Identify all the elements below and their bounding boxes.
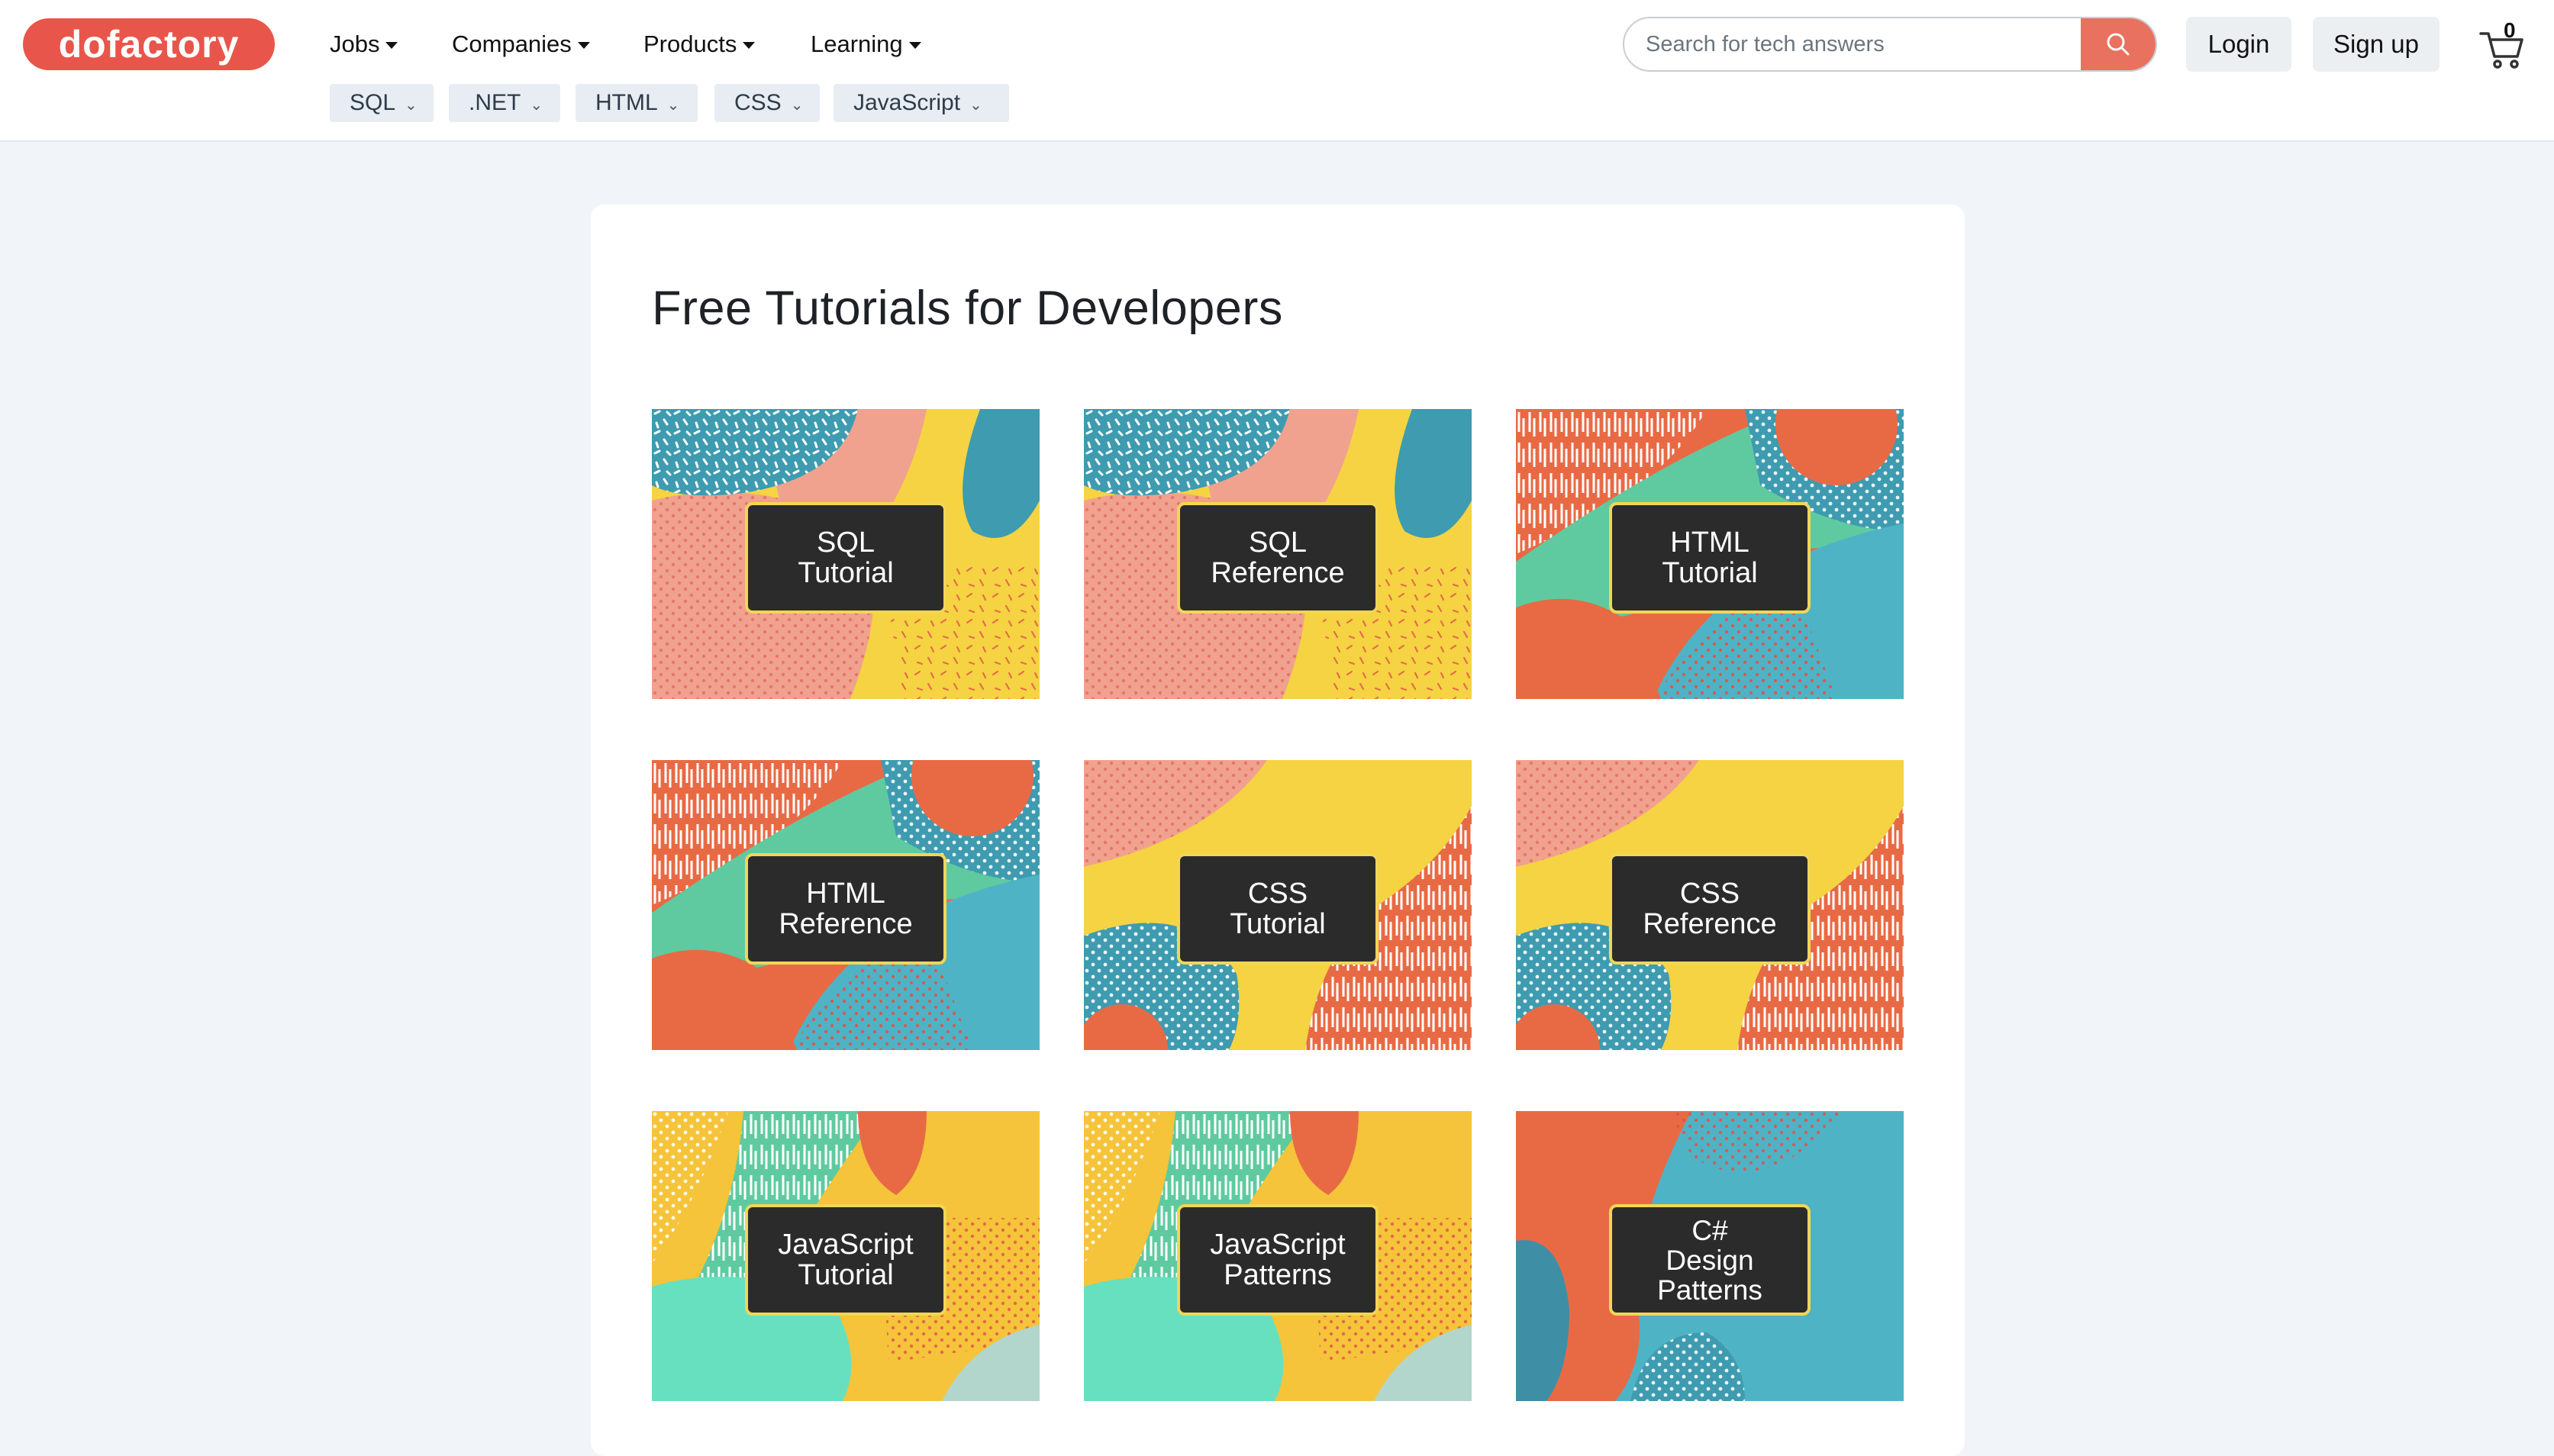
chevron-down-icon: ⌄ <box>790 97 804 114</box>
tile-label-line: SQL <box>1248 527 1308 559</box>
caret-down-icon <box>385 42 398 50</box>
cart-button[interactable]: 0 <box>2478 17 2531 70</box>
login-button[interactable]: Login <box>2186 17 2291 72</box>
tile-label-line: CSS <box>1679 878 1740 910</box>
tile-csharp-design-patterns[interactable]: C# Design Patterns <box>1516 1111 1904 1401</box>
tile-label: JavaScript Tutorial <box>745 1204 946 1316</box>
nav-companies[interactable]: Companies <box>452 26 590 63</box>
nav-products[interactable]: Products <box>643 26 756 63</box>
caret-down-icon <box>577 42 590 50</box>
tile-label: JavaScript Patterns <box>1177 1204 1379 1316</box>
pill-dotnet-label: .NET <box>469 90 521 115</box>
pill-javascript-label: JavaScript <box>853 90 961 115</box>
tile-sql-reference[interactable]: SQL Reference <box>1084 409 1472 699</box>
chevron-down-icon: ⌄ <box>666 97 680 114</box>
nav-learning-label: Learning <box>811 31 903 57</box>
tile-label-line: Reference <box>779 908 913 940</box>
tile-label: CSS Tutorial <box>1177 853 1379 965</box>
nav-jobs-label: Jobs <box>330 31 380 57</box>
nav-jobs[interactable]: Jobs <box>330 26 398 63</box>
tile-label-line: Design <box>1666 1244 1754 1276</box>
pill-javascript[interactable]: JavaScript ⌄ <box>834 84 1009 122</box>
nav-companies-label: Companies <box>452 31 572 57</box>
tile-label-line: C# <box>1691 1214 1728 1246</box>
page-title: Free Tutorials for Developers <box>652 282 1283 335</box>
tile-label: HTML Reference <box>745 853 946 965</box>
tile-label: HTML Tutorial <box>1609 502 1811 614</box>
caret-down-icon <box>743 42 756 50</box>
search-button[interactable] <box>2081 18 2156 70</box>
tile-label-line: Tutorial <box>798 557 894 589</box>
pill-css[interactable]: CSS ⌄ <box>714 84 820 122</box>
chevron-down-icon: ⌄ <box>969 97 982 114</box>
tile-label-line: HTML <box>1670 527 1749 559</box>
nav-products-label: Products <box>643 31 737 57</box>
pill-dotnet[interactable]: .NET ⌄ <box>449 84 560 122</box>
caret-down-icon <box>908 42 921 50</box>
signup-button[interactable]: Sign up <box>2313 17 2440 72</box>
tile-label-line: CSS <box>1247 878 1308 910</box>
tile-label: C# Design Patterns <box>1609 1204 1811 1316</box>
nav-learning[interactable]: Learning <box>811 26 921 63</box>
tile-label-line: Reference <box>1643 908 1777 940</box>
tile-javascript-patterns[interactable]: JavaScript Patterns <box>1084 1111 1472 1401</box>
tutorials-card: Free Tutorials for Developers SQL Tutori… <box>591 205 1965 1456</box>
search-box <box>1623 17 2157 72</box>
tile-label: CSS Reference <box>1609 853 1811 965</box>
tile-label-line: Tutorial <box>1662 557 1758 589</box>
tile-label-line: Tutorial <box>1230 908 1326 940</box>
tile-label-line: Patterns <box>1224 1259 1332 1291</box>
tile-label-line: JavaScript <box>778 1229 914 1261</box>
tile-label-line: Patterns <box>1657 1274 1762 1306</box>
tile-label: SQL Reference <box>1177 502 1379 614</box>
pill-html[interactable]: HTML ⌄ <box>576 84 698 122</box>
tile-label-line: JavaScript <box>1210 1229 1346 1261</box>
cart-count-badge: 0 <box>2504 18 2516 42</box>
tile-label-line: SQL <box>816 527 876 559</box>
cart-icon <box>2479 32 2523 69</box>
chevron-down-icon: ⌄ <box>405 97 418 114</box>
tile-css-reference[interactable]: CSS Reference <box>1516 760 1904 1050</box>
tile-label-line: HTML <box>806 878 885 910</box>
pill-html-label: HTML <box>595 90 658 115</box>
tile-html-tutorial[interactable]: HTML Tutorial <box>1516 409 1904 699</box>
tile-css-tutorial[interactable]: CSS Tutorial <box>1084 760 1472 1050</box>
pill-sql[interactable]: SQL ⌄ <box>330 84 434 122</box>
tile-label-line: Tutorial <box>798 1259 894 1291</box>
tile-javascript-tutorial[interactable]: JavaScript Tutorial <box>652 1111 1040 1401</box>
pill-css-label: CSS <box>734 90 782 115</box>
tile-sql-tutorial[interactable]: SQL Tutorial <box>652 409 1040 699</box>
top-navbar: dofactory Jobs Companies Products Learni… <box>0 0 2554 142</box>
search-icon <box>2107 33 2130 56</box>
pill-sql-label: SQL <box>350 90 396 115</box>
chevron-down-icon: ⌄ <box>530 97 543 114</box>
tile-label: SQL Tutorial <box>745 502 946 614</box>
dofactory-logo[interactable]: dofactory <box>23 18 275 70</box>
search-input[interactable] <box>1624 18 2125 70</box>
tile-label-line: Reference <box>1211 557 1345 589</box>
tile-html-reference[interactable]: HTML Reference <box>652 760 1040 1050</box>
